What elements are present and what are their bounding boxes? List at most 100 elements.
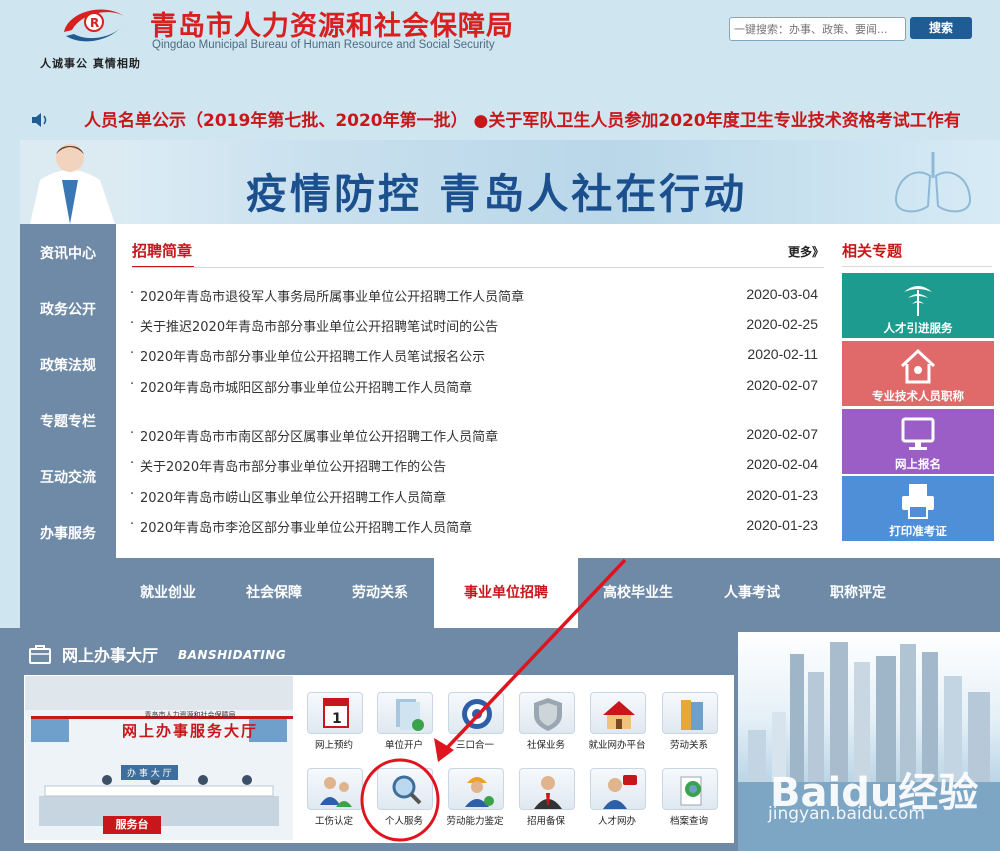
- topic-label: 专业技术人员职称: [872, 389, 964, 403]
- svg-text:R: R: [90, 16, 99, 30]
- news-title[interactable]: 2020年青岛市崂山区事业单位公开招聘工作人员简章: [140, 487, 446, 506]
- service-label: 人才网办: [597, 816, 636, 827]
- epidemic-banner[interactable]: 疫情防控 青岛人社在行动: [20, 140, 1000, 224]
- bullet: ·: [130, 346, 135, 361]
- tab-recruitment[interactable]: 招聘简章: [132, 240, 192, 261]
- service-hall-image[interactable]: 青岛市人力资源和社会保障局 网上办事服务大厅 办 事 大 厅 服务台: [25, 676, 293, 840]
- site-header: R 人诚事公 真情相助 青岛市人力资源和社会保障局 Qingdao Munici…: [0, 0, 1000, 100]
- tab-divider: [132, 267, 824, 268]
- service-labor-relations[interactable]: 劳动关系: [655, 692, 721, 760]
- news-title[interactable]: 2020年青岛市退役军人事务局所属事业单位公开招聘工作人员简章: [140, 286, 524, 305]
- service-label: 单位开户: [384, 740, 423, 751]
- tab-labor-relations[interactable]: 劳动关系: [332, 558, 428, 628]
- bullet: ·: [130, 517, 135, 532]
- news-item[interactable]: · 2020年青岛市城阳区部分事业单位公开招聘工作人员简章 2020-02-07: [130, 377, 820, 397]
- worker-icon: [448, 768, 504, 810]
- news-date: 2020-02-11: [747, 346, 818, 362]
- news-item[interactable]: · 2020年青岛市退役军人事务局所属事业单位公开招聘工作人员简章 2020-03-…: [130, 286, 820, 306]
- bullet: ·: [130, 487, 135, 502]
- emblem-icon: [448, 692, 504, 734]
- site-slogan: 人诚事公 真情相助: [40, 57, 141, 70]
- left-nav: 资讯中心 政务公开 政策法规 专题专栏 互动交流 办事服务: [20, 224, 116, 558]
- calendar-icon: 1: [307, 692, 363, 734]
- hall-title: 网上办事大厅: [62, 646, 159, 665]
- service-social-insurance[interactable]: 社保业务: [512, 692, 578, 760]
- tab-title-evaluation[interactable]: 职称评定: [810, 558, 906, 628]
- service-personal[interactable]: 个人服务: [370, 768, 436, 836]
- news-title[interactable]: 2020年青岛市李沧区部分事业单位公开招聘工作人员简章: [140, 517, 472, 536]
- search-input[interactable]: [729, 17, 906, 41]
- topics-title: 相关专题: [842, 242, 903, 260]
- news-title[interactable]: 2020年青岛市部分事业单位公开招聘工作人员笔试报名公示: [140, 346, 485, 365]
- hall-sign-big: 网上办事服务大厅: [121, 722, 258, 740]
- news-item[interactable]: · 关于推迟2020年青岛市部分事业单位公开招聘笔试时间的公告 2020-02-25: [130, 316, 820, 336]
- news-item[interactable]: · 2020年青岛市李沧区部分事业单位公开招聘工作人员简章 2020-01-23: [130, 517, 820, 537]
- news-item[interactable]: · 2020年青岛市崂山区事业单位公开招聘工作人员简章 2020-01-23: [130, 487, 820, 507]
- service-label: 工伤认定: [314, 816, 353, 827]
- news-date: 2020-01-23: [746, 517, 818, 533]
- bullet: ·: [130, 286, 135, 301]
- news-title[interactable]: 2020年青岛市市南区部分区属事业单位公开招聘工作人员简章: [140, 426, 498, 445]
- news-date: 2020-02-07: [746, 377, 818, 393]
- hall-subtitle: BANSHIDATING: [178, 648, 287, 662]
- left-nav-item-news[interactable]: 资讯中心: [20, 226, 116, 282]
- service-talent-online[interactable]: 人才网办: [583, 768, 649, 836]
- bureau-logo-icon[interactable]: R: [58, 2, 130, 50]
- topic-card-print-ticket[interactable]: 打印准考证: [842, 476, 994, 541]
- search-button[interactable]: 搜索: [910, 17, 972, 39]
- more-link[interactable]: 更多》: [788, 243, 824, 260]
- talent-chat-icon: [590, 768, 646, 810]
- service-label: 三口合一: [455, 740, 494, 751]
- service-three-in-one[interactable]: 三口合一: [441, 692, 507, 760]
- left-nav-item-policy[interactable]: 政策法规: [20, 338, 116, 394]
- service-label: 劳动能力鉴定: [446, 816, 504, 827]
- service-label: 网上预约: [314, 740, 353, 751]
- service-unit-account[interactable]: 单位开户: [370, 692, 436, 760]
- tab-social-security[interactable]: 社会保障: [226, 558, 322, 628]
- service-online-booking[interactable]: 1 网上预约: [300, 692, 366, 760]
- topic-card-title-eval[interactable]: 专业技术人员职称: [842, 341, 994, 406]
- service-employment-platform[interactable]: 就业网办平台: [583, 692, 649, 760]
- news-title[interactable]: 关于2020年青岛市部分事业单位公开招聘工作的公告: [140, 456, 446, 475]
- left-nav-item-gov-affairs[interactable]: 政务公开: [20, 282, 116, 338]
- news-item[interactable]: · 关于2020年青岛市部分事业单位公开招聘工作的公告 2020-02-04: [130, 456, 820, 476]
- lungs-icon: [894, 152, 972, 213]
- service-labor-ability[interactable]: 劳动能力鉴定: [441, 768, 507, 836]
- tab-personnel-exam[interactable]: 人事考试: [704, 558, 800, 628]
- notice-ticker[interactable]: 人员名单公示（2019年第七批、2020年第一批） ●关于军队卫生人员参加202…: [84, 106, 1000, 131]
- talent-logo-icon: [904, 286, 932, 316]
- news-title[interactable]: 关于推迟2020年青岛市部分事业单位公开招聘笔试时间的公告: [140, 316, 498, 335]
- service-archive-query[interactable]: 档案查询: [655, 768, 721, 836]
- site-subtitle: Qingdao Municipal Bureau of Human Resour…: [152, 39, 495, 51]
- tab-public-institution-recruitment[interactable]: 事业单位招聘: [434, 558, 578, 628]
- left-nav-item-interaction[interactable]: 互动交流: [20, 450, 116, 506]
- left-nav-item-services[interactable]: 办事服务: [20, 506, 116, 562]
- news-title[interactable]: 2020年青岛市城阳区部分事业单位公开招聘工作人员简章: [140, 377, 472, 396]
- baidu-watermark-site: jingyan.baidu.com: [768, 804, 925, 824]
- service-label: 个人服务: [384, 816, 423, 827]
- tab-graduates[interactable]: 高校毕业生: [590, 558, 686, 628]
- topic-card-online-register[interactable]: 网上报名: [842, 409, 994, 474]
- topic-card-talent[interactable]: 人才引进服务: [842, 273, 994, 338]
- news-date: 2020-03-04: [746, 286, 818, 302]
- service-label: 劳动关系: [669, 740, 708, 751]
- banner-title: 疫情防控 青岛人社在行动: [246, 170, 748, 218]
- news-date: 2020-01-23: [746, 487, 818, 503]
- service-label: 招用备保: [526, 816, 565, 827]
- tab-employment[interactable]: 就业创业: [120, 558, 216, 628]
- service-work-injury[interactable]: 工伤认定: [300, 768, 366, 836]
- monitor-icon: [901, 417, 935, 450]
- bullet: ·: [130, 456, 135, 471]
- service-label: 就业网办平台: [588, 740, 646, 751]
- news-item[interactable]: · 2020年青岛市市南区部分区属事业单位公开招聘工作人员简章 2020-02-07: [130, 426, 820, 446]
- bullet: ·: [130, 426, 135, 441]
- site-title[interactable]: 青岛市人力资源和社会保障局: [150, 4, 514, 43]
- hall-chars: 办 事 大 厅: [121, 765, 178, 780]
- folder-icon: [662, 692, 718, 734]
- left-nav-item-topics[interactable]: 专题专栏: [20, 394, 116, 450]
- bullet: ·: [130, 377, 135, 392]
- service-hire-filing[interactable]: 招用备保: [512, 768, 578, 836]
- briefcase-icon: [29, 645, 51, 664]
- service-label: 社保业务: [526, 740, 565, 751]
- news-item[interactable]: · 2020年青岛市部分事业单位公开招聘工作人员笔试报名公示 2020-02-11: [130, 346, 820, 366]
